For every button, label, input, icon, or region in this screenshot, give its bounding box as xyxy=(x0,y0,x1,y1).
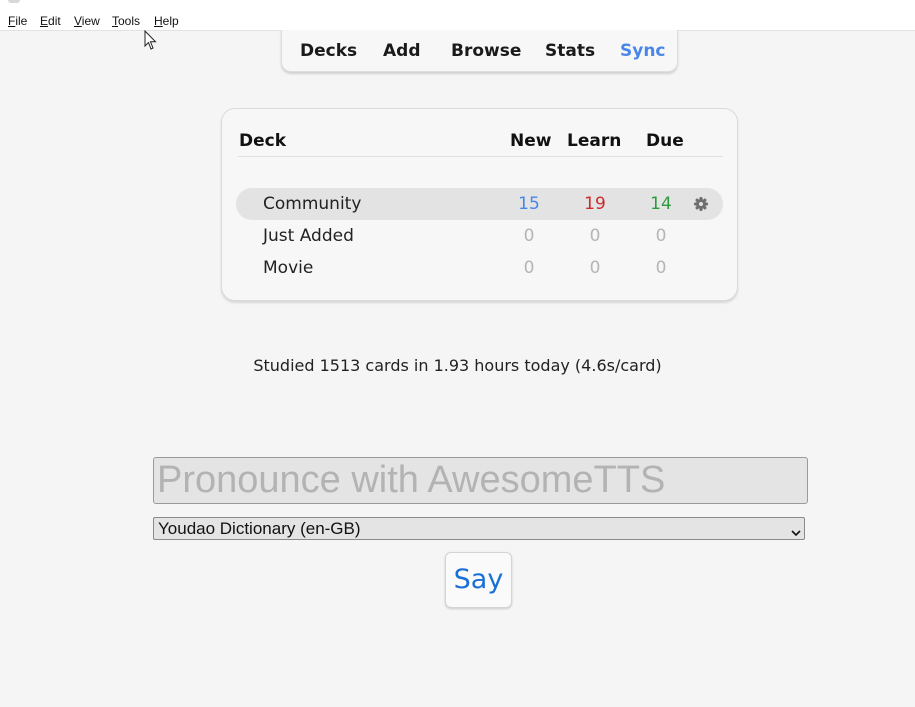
toolbar-browse-link[interactable]: Browse xyxy=(451,41,521,61)
menu-tools[interactable]: Tools xyxy=(112,14,140,28)
menu-edit-label: dit xyxy=(48,14,61,28)
learn-count: 0 xyxy=(589,226,601,246)
tts-text-input[interactable] xyxy=(153,457,808,504)
toolbar-stats-link[interactable]: Stats xyxy=(545,41,595,61)
menu-file[interactable]: File xyxy=(8,14,27,28)
menu-bar: File Edit View Tools Help xyxy=(0,0,915,31)
tts-voice-select[interactable]: Youdao Dictionary (en-GB) xyxy=(153,517,805,540)
deck-list-card: Deck New Learn Due Community 15 19 14 Ju… xyxy=(221,108,738,301)
study-stats-text: Studied 1513 cards in 1.93 hours today (… xyxy=(253,356,662,375)
app-icon xyxy=(8,0,20,3)
top-toolbar: Decks Add Browse Stats Sync xyxy=(281,30,678,72)
learn-count: 0 xyxy=(589,258,601,278)
deck-row-just-added[interactable]: Just Added 0 0 0 xyxy=(236,220,723,252)
menu-view-mnemonic: V xyxy=(74,14,82,28)
menu-view[interactable]: View xyxy=(74,14,100,28)
toolbar-add-link[interactable]: Add xyxy=(383,41,421,61)
deck-name[interactable]: Movie xyxy=(263,258,313,278)
tts-selected-voice: Youdao Dictionary (en-GB) xyxy=(158,519,361,538)
new-column-header: New xyxy=(510,131,552,151)
menu-help[interactable]: Help xyxy=(154,14,179,28)
deck-name[interactable]: Community xyxy=(263,194,361,214)
deck-row-movie[interactable]: Movie 0 0 0 xyxy=(236,252,723,284)
due-count: 14 xyxy=(650,194,672,214)
learn-column-header: Learn xyxy=(567,131,622,151)
menu-view-label: iew xyxy=(81,14,100,28)
menu-file-label: ile xyxy=(15,14,28,28)
mouse-cursor-icon xyxy=(144,29,158,51)
menu-help-mnemonic: H xyxy=(154,14,163,28)
header-divider xyxy=(238,156,723,157)
toolbar-sync-link[interactable]: Sync xyxy=(620,41,666,61)
deck-name[interactable]: Just Added xyxy=(263,226,354,246)
toolbar-decks-link[interactable]: Decks xyxy=(300,41,357,61)
due-count: 0 xyxy=(655,258,667,278)
new-count: 0 xyxy=(523,258,535,278)
menu-tools-label: ools xyxy=(118,14,141,28)
gear-icon[interactable] xyxy=(691,194,711,214)
menu-edit[interactable]: Edit xyxy=(40,14,61,28)
deck-column-header: Deck xyxy=(239,131,287,151)
menu-edit-mnemonic: E xyxy=(40,14,49,28)
chevron-down-icon xyxy=(791,523,801,537)
due-column-header: Due xyxy=(646,131,684,151)
learn-count: 19 xyxy=(584,194,606,214)
new-count: 15 xyxy=(518,194,540,214)
due-count: 0 xyxy=(655,226,667,246)
new-count: 0 xyxy=(523,226,535,246)
deck-row-community[interactable]: Community 15 19 14 xyxy=(236,188,723,220)
say-button[interactable]: Say xyxy=(445,552,512,608)
menu-help-label: elp xyxy=(162,14,179,28)
